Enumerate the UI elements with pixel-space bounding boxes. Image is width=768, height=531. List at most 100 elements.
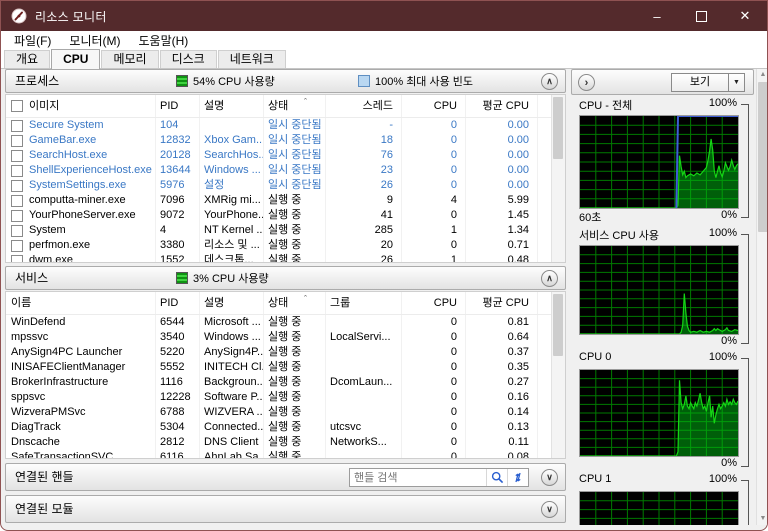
cell-image: SearchHost.exe xyxy=(6,148,156,163)
cell-name: AnySign4PC Launcher xyxy=(6,345,156,360)
menu-help[interactable]: 도움말(H) xyxy=(130,31,198,51)
scroll-down-icon[interactable]: ▼ xyxy=(757,513,767,525)
handles-search-input[interactable] xyxy=(350,471,486,484)
maximize-button[interactable] xyxy=(679,1,723,31)
table-row[interactable]: sppsvc 12228 Software P... 실행 중 0 0.16 xyxy=(6,390,565,405)
table-row[interactable]: BrokerInfrastructure 1116 Backgroun... 실행 중… xyxy=(6,375,565,390)
cell-desc: DNS Client xyxy=(200,435,264,450)
services-section-header[interactable]: 서비스 3% CPU 사용량 ∧ xyxy=(5,266,566,290)
row-checkbox[interactable] xyxy=(11,149,23,162)
cell-desc: Windows ... xyxy=(200,163,264,178)
row-checkbox[interactable] xyxy=(11,254,23,262)
table-row[interactable]: YourPhoneServer.exe 9072 YourPhone... 실행 중4… xyxy=(6,208,565,223)
col-cpu[interactable]: CPU xyxy=(402,292,466,314)
titlebar[interactable]: 리소스 모니터 – ✕ xyxy=(1,1,767,31)
row-checkbox[interactable] xyxy=(11,194,23,207)
tab-disk[interactable]: 디스크 xyxy=(159,50,217,68)
chart-time-label: 60초 xyxy=(579,212,602,224)
chart-cpu-total xyxy=(579,115,739,209)
panel-collapse-button[interactable]: › xyxy=(578,74,595,91)
table-row[interactable]: ShellExperienceHost.exe 13644 Windows ... 일… xyxy=(6,163,565,178)
col-status[interactable]: 상태 ˆ xyxy=(264,95,326,117)
tab-memory[interactable]: 메모리 xyxy=(101,50,159,68)
col-description[interactable]: 설명 xyxy=(200,95,264,117)
select-all-checkbox[interactable] xyxy=(11,100,23,112)
col-pid[interactable]: PID xyxy=(156,292,200,314)
cell-cpu: 0 xyxy=(402,133,466,148)
services-collapse-button[interactable]: ∧ xyxy=(541,270,558,287)
row-checkbox[interactable] xyxy=(11,179,23,192)
col-threads[interactable]: 스레드 xyxy=(326,95,402,117)
cell-cpu: 1 xyxy=(402,253,466,262)
menu-file[interactable]: 파일(F) xyxy=(5,31,60,51)
minimize-button[interactable]: – xyxy=(635,1,679,31)
cell-cpu: 0 xyxy=(402,178,466,193)
table-row[interactable]: Secure System 104 일시 중단됨 -0 0.00 xyxy=(6,118,565,133)
menu-monitor[interactable]: 모니터(M) xyxy=(60,31,129,51)
table-row[interactable]: DiagTrack 5304 Connected... 실행 중 utcsvc 0 0.13 xyxy=(6,420,565,435)
scrollbar-thumb[interactable] xyxy=(758,82,767,232)
row-checkbox[interactable] xyxy=(11,209,23,222)
scroll-up-icon[interactable]: ▲ xyxy=(757,69,767,81)
row-checkbox[interactable] xyxy=(11,119,23,132)
close-button[interactable]: ✕ xyxy=(723,1,767,31)
table-row[interactable]: AnySign4PC Launcher 5220 AnySign4P... 실행 중 0… xyxy=(6,345,565,360)
cell-cpu: 0 xyxy=(402,238,466,253)
col-cpu[interactable]: CPU xyxy=(402,95,466,117)
cell-cpu: 0 xyxy=(402,345,466,360)
cell-image: GameBar.exe xyxy=(6,133,156,148)
row-checkbox[interactable] xyxy=(11,239,23,252)
panel-scrollbar[interactable]: ▲ ▼ xyxy=(756,69,767,525)
table-row[interactable]: GameBar.exe 12832 Xbox Gam... 일시 중단됨 18 0 0.00 xyxy=(6,133,565,148)
modules-section-header[interactable]: 연결된 모듈 ∨ xyxy=(5,495,566,523)
handles-expand-button[interactable]: ∨ xyxy=(541,469,558,486)
tab-overview[interactable]: 개요 xyxy=(4,50,51,68)
cell-desc: XMRig mi... xyxy=(200,193,264,208)
table-row[interactable]: Dnscache 2812 DNS Client 실행 중 NetworkS... 0 0.… xyxy=(6,435,565,450)
table-row[interactable]: mpssvc 3540 Windows ... 실행 중 LocalServi... 0 0… xyxy=(6,330,565,345)
col-image[interactable]: 이미지 xyxy=(6,95,156,117)
col-avg-cpu[interactable]: 평균 CPU xyxy=(466,292,538,314)
chart-min-label: 0% xyxy=(721,335,737,347)
col-name[interactable]: 이름 xyxy=(6,292,156,314)
row-checkbox[interactable] xyxy=(11,134,23,147)
table-row[interactable]: SafeTransactionSVC 6116 AhnLab Sa... 실행 중 00… xyxy=(6,450,565,458)
row-checkbox[interactable] xyxy=(11,224,23,237)
table-row[interactable]: INISAFEClientManager 5552 INITECH Cl... 실행 … xyxy=(6,360,565,375)
cell-group xyxy=(326,405,402,420)
table-row[interactable]: WinDefend 6544 Microsoft ... 실행 중 0 0.81 xyxy=(6,315,565,330)
processes-table: 이미지 PID 설명 상태 ˆ 스레드 CPU 평균 CPU Secure Sys… xyxy=(5,94,566,263)
handles-section-header[interactable]: 연결된 핸들 ∨ xyxy=(5,463,566,491)
table-row[interactable]: SearchHost.exe 20128 SearchHos... 일시 중단됨 76 0… xyxy=(6,148,565,163)
cell-threads: 26 xyxy=(326,253,402,262)
table-row[interactable]: System 4 NT Kernel ... 실행 중 285 1 1.34 xyxy=(6,223,565,238)
scrollbar-thumb[interactable] xyxy=(553,294,563,356)
tab-network[interactable]: 네트워크 xyxy=(217,50,286,68)
col-status[interactable]: 상태 ˆ xyxy=(264,292,326,314)
table-row[interactable]: computta-miner.exe 7096 XMRig mi... 실행 중945… xyxy=(6,193,565,208)
processes-collapse-button[interactable]: ∧ xyxy=(541,73,558,90)
cell-cpu: 1 xyxy=(402,223,466,238)
col-pid[interactable]: PID xyxy=(156,95,200,117)
view-dropdown-button[interactable]: 보기 ▼ xyxy=(671,73,745,92)
cell-pid: 7096 xyxy=(156,193,200,208)
table-row[interactable]: perfmon.exe 3380 리소스 및 ... 실행 중 20 0 0.71 xyxy=(6,238,565,253)
col-description[interactable]: 설명 xyxy=(200,292,264,314)
search-handles-button[interactable] xyxy=(486,469,507,486)
table-row[interactable]: dwm.exe 1552 데스크톱... 실행 중 26 1 0.48 xyxy=(6,253,565,262)
refresh-search-button[interactable] xyxy=(507,469,528,486)
cell-image: System xyxy=(6,223,156,238)
cell-cpu: 0 xyxy=(402,435,466,450)
modules-expand-button[interactable]: ∨ xyxy=(541,501,558,518)
table-row[interactable]: SystemSettings.exe 5976 설정 일시 중단됨 26 0 0.00 xyxy=(6,178,565,193)
col-group[interactable]: 그룹 xyxy=(326,292,402,314)
cell-image: perfmon.exe xyxy=(6,238,156,253)
table-row[interactable]: WizveraPMSvc 6788 WIZVERA ... 실행 중 0 0.14 xyxy=(6,405,565,420)
row-checkbox[interactable] xyxy=(11,164,23,177)
tab-cpu[interactable]: CPU xyxy=(51,49,101,69)
processes-scrollbar[interactable] xyxy=(551,95,565,262)
services-scrollbar[interactable] xyxy=(551,292,565,458)
col-avg-cpu[interactable]: 평균 CPU xyxy=(466,95,538,117)
scrollbar-thumb[interactable] xyxy=(553,97,563,159)
processes-section-header[interactable]: 프로세스 54% CPU 사용량 100% 최대 사용 빈도 ∧ xyxy=(5,69,566,93)
